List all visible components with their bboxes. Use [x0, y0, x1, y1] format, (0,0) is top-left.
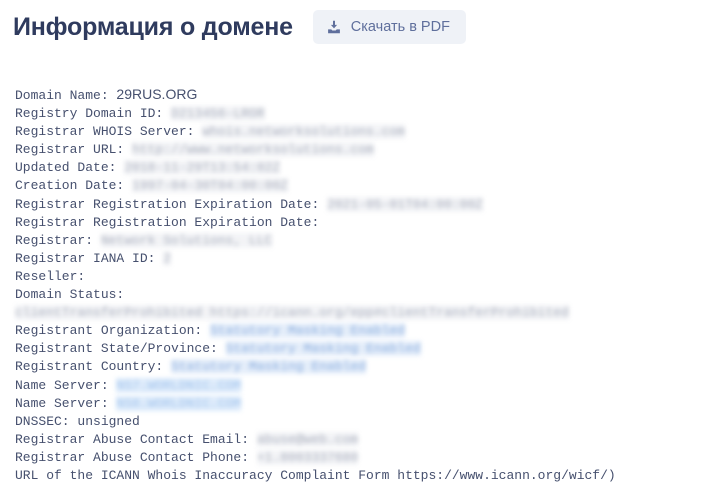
whois-line-label: Reseller:: [15, 268, 94, 284]
whois-line-label: Registrant Country:: [15, 359, 172, 375]
whois-line-label: Registrar URL:: [15, 142, 133, 158]
whois-line-value[interactable]: NS8.WORLDNIC.COM: [116, 395, 242, 411]
whois-line: Domain Status: clientTransferProhibited …: [15, 286, 675, 322]
whois-line-value[interactable]: Statutory Masking Enabled: [210, 323, 406, 339]
whois-line-value: 2018-11-29T13:54:02Z: [124, 160, 281, 176]
whois-line-value: unsigned: [77, 413, 140, 429]
whois-line-value: D213456-LROR: [171, 106, 265, 122]
whois-line-value: whois.networksolutions.com: [202, 124, 406, 140]
whois-line-label: DNSSEC:: [15, 413, 78, 429]
whois-line: Registry Domain ID: D213456-LROR: [15, 105, 675, 123]
whois-line: Registrar Abuse Contact Phone: +1.800333…: [15, 449, 675, 467]
whois-line: Registrant Organization: Statutory Maski…: [15, 322, 675, 340]
whois-line-value[interactable]: NS7.WORLDNIC.COM: [116, 377, 242, 393]
whois-line: Registrant Country: Statutory Masking En…: [15, 358, 675, 376]
whois-line: Registrar Registration Expiration Date: …: [15, 196, 675, 214]
whois-line-label: Registrar:: [15, 232, 101, 248]
whois-line: Registrar Abuse Contact Email: abuse@web…: [15, 431, 675, 449]
whois-line-label: Registrar IANA ID:: [15, 250, 164, 266]
whois-line-label: Name Server:: [15, 395, 117, 411]
download-pdf-label: Скачать в PDF: [350, 19, 450, 35]
whois-line-label: Registry Domain ID:: [15, 106, 172, 122]
whois-line-label: Domain Name:: [15, 88, 117, 103]
whois-line-label: Updated Date:: [15, 160, 125, 176]
whois-line: Registrar IANA ID: 2: [15, 250, 675, 268]
whois-line-label: URL of the ICANN Whois Inaccuracy Compla…: [15, 467, 616, 483]
whois-line-label: Registrant Organization:: [15, 323, 211, 339]
whois-line: Name Server: NS8.WORLDNIC.COM: [15, 395, 675, 413]
whois-line-label: Domain Status:: [15, 287, 133, 303]
whois-line-value[interactable]: Statutory Masking Enabled: [171, 359, 367, 375]
whois-line-label: Registrar Registration Expiration Date:: [15, 196, 328, 212]
page-header: Информация о домене Скачать в PDF: [13, 10, 466, 44]
whois-line: Reseller:: [15, 268, 675, 286]
whois-line-label: Registrant State/Province:: [15, 341, 226, 357]
whois-line-value: 29RUS.ORG: [116, 86, 198, 102]
whois-line-label: Registrar Abuse Contact Email:: [15, 431, 257, 447]
whois-line: Registrar: Network Solutions, LLC: [15, 232, 675, 250]
whois-line-value: http://www.networksolutions.com: [132, 142, 374, 158]
whois-line-value: +1.8003337680: [256, 449, 359, 465]
page-title: Информация о домене: [13, 13, 293, 41]
whois-line: DNSSEC: unsigned: [15, 413, 675, 431]
whois-line: Registrar URL: http://www.networksolutio…: [15, 141, 675, 159]
whois-line: Creation Date: 1997-04-30T04:00:00Z: [15, 177, 675, 195]
whois-line-value: 2: [163, 250, 172, 266]
whois-line: Registrar Registration Expiration Date:: [15, 214, 675, 232]
whois-line-value: 1997-04-30T04:00:00Z: [132, 178, 289, 194]
whois-line-label: Registrar WHOIS Server:: [15, 124, 203, 140]
whois-line-value: 2021-05-01T04:00:00Z: [327, 196, 484, 212]
whois-line-label: Registrar Abuse Contact Phone:: [15, 449, 257, 465]
whois-line: Updated Date: 2018-11-29T13:54:02Z: [15, 159, 675, 177]
whois-line-value: Network Solutions, LLC: [100, 232, 273, 248]
whois-line: Registrar WHOIS Server: whois.networksol…: [15, 123, 675, 141]
whois-line: Name Server: NS7.WORLDNIC.COM: [15, 377, 675, 395]
whois-line: URL of the ICANN Whois Inaccuracy Compla…: [15, 467, 675, 485]
whois-line-value: clientTransferProhibited https://icann.o…: [15, 305, 569, 321]
whois-line: Registrant State/Province: Statutory Mas…: [15, 340, 675, 358]
whois-line-label: Creation Date:: [15, 178, 133, 194]
whois-line-label: Name Server:: [15, 377, 117, 393]
whois-line-value: abuse@web.com: [256, 431, 359, 447]
whois-line-label: Registrar Registration Expiration Date:: [15, 214, 328, 230]
domain-info-page: Информация о домене Скачать в PDF Domain…: [0, 0, 701, 503]
download-icon: [327, 20, 341, 34]
whois-line: Domain Name: 29RUS.ORG: [15, 85, 675, 105]
whois-record-text: Domain Name: 29RUS.ORG Registry Domain ID…: [15, 85, 675, 485]
download-pdf-button[interactable]: Скачать в PDF: [312, 10, 466, 44]
whois-line-value[interactable]: Statutory Masking Enabled: [225, 341, 421, 357]
